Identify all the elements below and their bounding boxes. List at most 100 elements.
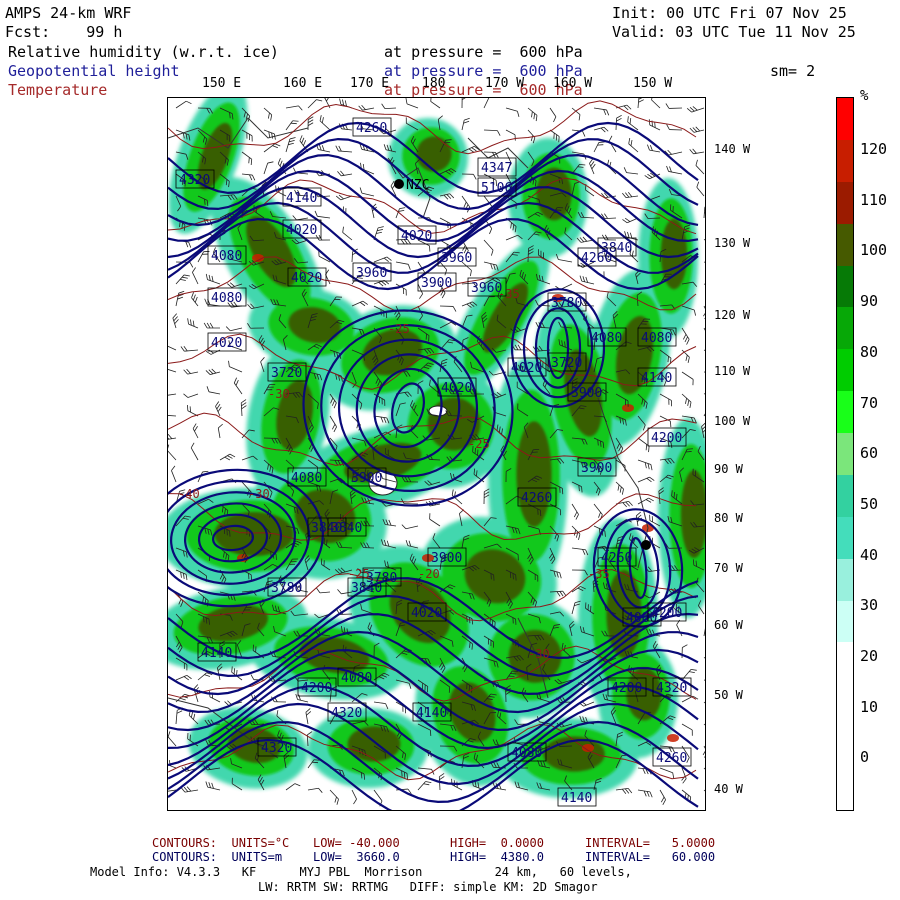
temp-label: -30 xyxy=(268,387,290,401)
colorbar-segment xyxy=(837,223,853,267)
svg-text:4260: 4260 xyxy=(601,551,632,566)
colorbar-tick-label: 40 xyxy=(860,545,879,564)
height-label: 4200 xyxy=(647,427,687,447)
height-label: 4020 xyxy=(397,225,437,245)
svg-text:3960: 3960 xyxy=(441,251,472,266)
temp-contour-high: HIGH= 0.0000 xyxy=(450,836,544,850)
svg-text:4080: 4080 xyxy=(341,671,372,686)
colorbar-unit: % xyxy=(860,88,869,104)
svg-text:4347: 4347 xyxy=(481,161,512,176)
height-label: 4320 xyxy=(257,737,297,757)
colorbar-segment xyxy=(837,600,853,643)
top-lon-label: 160 E xyxy=(283,76,323,91)
svg-text:4140: 4140 xyxy=(561,791,592,806)
height-label: 4140 xyxy=(412,702,452,722)
field-rh-level: at pressure = 600 hPa xyxy=(384,43,583,61)
colorbar-tick-label: 10 xyxy=(860,697,879,716)
top-lon-label: 170 E xyxy=(350,76,390,91)
height-label: 4020 xyxy=(507,357,547,377)
colorbar-segment xyxy=(837,558,853,602)
svg-text:4080: 4080 xyxy=(211,249,242,264)
height-label: 4140 xyxy=(557,787,597,807)
height-label: 3900 xyxy=(567,382,607,402)
temp-label: -25 xyxy=(388,322,410,336)
svg-text:5106: 5106 xyxy=(481,181,512,196)
right-lon-label: 130 W xyxy=(714,236,751,250)
height-label: 4020 xyxy=(282,219,322,239)
colorbar-segment xyxy=(837,349,853,392)
height-label: 4020 xyxy=(287,267,327,287)
colorbar-tick-label: 60 xyxy=(860,444,879,463)
temp-contour-low: LOW= -40.000 xyxy=(313,836,400,850)
svg-text:4080: 4080 xyxy=(641,331,672,346)
station-marker-2 xyxy=(641,540,651,550)
colorbar-segment xyxy=(837,642,853,685)
colorbar-tick-label: 0 xyxy=(860,748,870,767)
physics-info: LW: RRTM SW: RRTMG DIFF: simple KM: 2D S… xyxy=(258,880,598,894)
right-lon-label: 110 W xyxy=(714,364,751,378)
svg-text:3900: 3900 xyxy=(571,386,602,401)
right-lon-label: 40 W xyxy=(714,782,743,796)
field-height-name: Geopotential height xyxy=(8,62,180,80)
field-rh-name: Relative humidity (w.r.t. ice) xyxy=(8,43,279,61)
right-lon-label: 140 W xyxy=(714,142,751,156)
svg-text:4080: 4080 xyxy=(211,291,242,306)
height-label: 4260 xyxy=(352,117,392,137)
svg-text:3900: 3900 xyxy=(351,471,382,486)
height-label: 4260 xyxy=(597,547,637,567)
temp-label: -20 xyxy=(418,567,440,581)
height-label: 4260 xyxy=(517,487,557,507)
temp-contour-units: CONTOURS: UNITS=°C xyxy=(152,836,290,850)
top-lon-label: 180 xyxy=(422,76,446,91)
svg-text:3900: 3900 xyxy=(431,551,462,566)
height-label: 5106 xyxy=(477,177,517,197)
svg-text:4320: 4320 xyxy=(179,173,210,188)
map-canvas: 4260 4320 4140 4020 4080 4080 4020 3960 4020 3720… xyxy=(168,98,705,810)
svg-text:3900: 3900 xyxy=(581,461,612,476)
height-label: 3780 xyxy=(267,577,307,597)
height-label: 3900 xyxy=(417,272,457,292)
height-label: 3720 xyxy=(267,362,307,382)
height-label: 4080 xyxy=(207,245,247,265)
svg-text:3900: 3900 xyxy=(421,276,452,291)
right-lon-label: 120 W xyxy=(714,308,751,322)
right-lon-label: 80 W xyxy=(714,511,743,525)
top-lon-label: 170 W xyxy=(485,76,525,91)
height-label: 3780 xyxy=(547,292,587,312)
svg-text:4260: 4260 xyxy=(656,751,687,766)
colorbar-segment xyxy=(837,516,853,560)
svg-text:4320: 4320 xyxy=(331,706,362,721)
height-label: 4200 xyxy=(647,602,687,622)
colorbar-segment xyxy=(837,98,853,141)
svg-text:3780: 3780 xyxy=(551,296,582,311)
temp-label: -35 xyxy=(498,287,520,301)
colorbar-segment xyxy=(837,433,853,476)
height-label: 4140 xyxy=(197,642,237,662)
svg-text:4020: 4020 xyxy=(291,271,322,286)
height-label: 4080 xyxy=(507,742,547,762)
svg-text:4140: 4140 xyxy=(286,191,317,206)
svg-text:3960: 3960 xyxy=(356,266,387,281)
colorbar-tick-label: 30 xyxy=(860,596,879,615)
height-contour-low: LOW= 3660.0 xyxy=(313,850,400,864)
right-lon-label: 90 W xyxy=(714,462,743,476)
colorbar-tick-label: 20 xyxy=(860,647,879,665)
svg-text:4260: 4260 xyxy=(521,491,552,506)
init-time: Init: 00 UTC Fri 07 Nov 25 xyxy=(612,4,847,22)
colorbar-tick-label: 80 xyxy=(860,342,879,361)
height-label: 4200 xyxy=(297,677,337,697)
top-lon-label: 150 W xyxy=(633,76,673,91)
colorbar-tick-label: 100 xyxy=(860,241,888,260)
temp-label: -35 xyxy=(588,567,610,581)
svg-text:4200: 4200 xyxy=(301,681,332,696)
height-label: 3840 xyxy=(327,517,367,537)
temp-label: -25 xyxy=(348,567,370,581)
right-lon-label: 60 W xyxy=(714,618,743,632)
height-label: 3900 xyxy=(427,547,467,567)
colorbar-segment xyxy=(837,726,853,769)
right-lon-label: 50 W xyxy=(714,688,743,702)
model-info: Model Info: V4.3.3 KF MYJ PBL Morrison 2… xyxy=(90,865,632,879)
svg-text:4200: 4200 xyxy=(611,681,642,696)
svg-text:4020: 4020 xyxy=(511,361,542,376)
svg-text:4140: 4140 xyxy=(641,371,672,386)
